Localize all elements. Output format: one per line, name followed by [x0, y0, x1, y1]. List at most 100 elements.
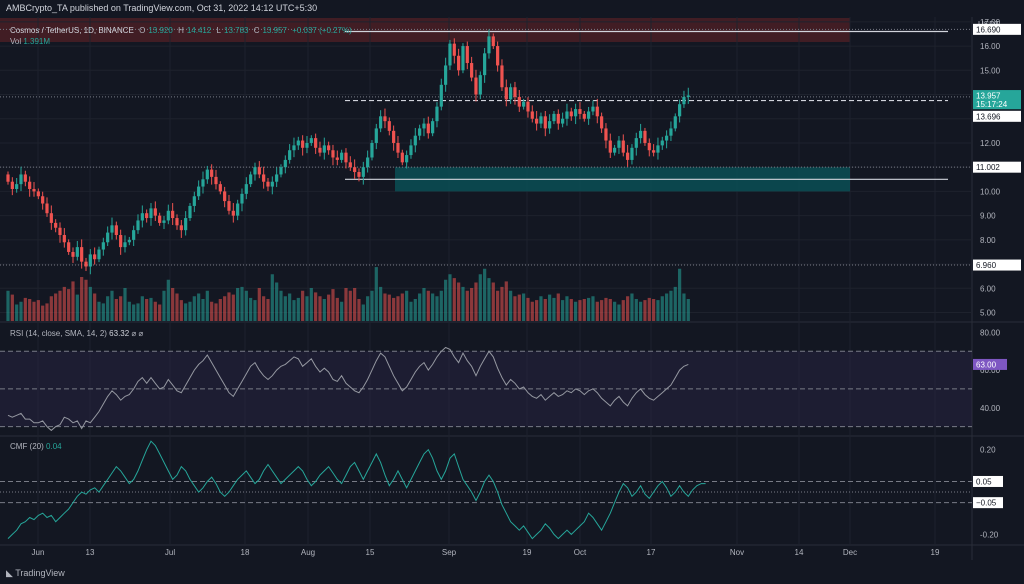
rsi-value: 63.32: [109, 329, 130, 338]
volume-bar: [478, 274, 482, 321]
candle-body: [214, 176, 218, 185]
volume-bar: [106, 296, 110, 321]
candle-body: [283, 159, 287, 168]
candle-body: [166, 210, 170, 221]
candle-body: [387, 121, 391, 131]
candle-body: [58, 227, 62, 236]
volume-bar: [236, 288, 240, 321]
candle-body: [335, 157, 339, 160]
volume-bar: [322, 299, 326, 321]
volume-bar: [257, 288, 261, 321]
candle-body: [483, 53, 487, 76]
volume-bar: [67, 289, 71, 321]
candle-body: [45, 203, 49, 214]
volume-bar: [539, 296, 543, 321]
cmf-legend: CMF (20) 0.04: [10, 442, 62, 451]
rsi-value-label: 63.00: [976, 360, 997, 369]
candle-body: [379, 116, 383, 129]
volume-bar: [335, 297, 339, 321]
volume-bar: [461, 286, 465, 321]
volume-bar: [530, 301, 534, 321]
volume-bar: [569, 299, 573, 321]
volume-bar: [214, 303, 218, 321]
candle-body: [227, 201, 231, 211]
candle-body: [413, 135, 417, 146]
candle-body: [431, 121, 435, 134]
x-tick-label: 15: [366, 548, 375, 557]
candle-body: [665, 135, 669, 141]
volume-value: 1.391M: [23, 37, 51, 46]
candle-body: [457, 55, 461, 71]
volume-bar: [353, 288, 357, 321]
candle-body: [513, 87, 517, 97]
candle-body: [418, 128, 422, 136]
volume-bar: [673, 286, 677, 321]
close-label: C: [253, 26, 260, 35]
candle-body: [548, 121, 552, 129]
volume-bar: [652, 299, 656, 321]
volume-bar: [318, 296, 322, 321]
footer-text: TradingView: [15, 568, 65, 578]
volume-bar: [201, 299, 205, 321]
volume-bar: [140, 296, 144, 321]
volume-bar: [613, 301, 617, 321]
candle-body: [197, 186, 201, 197]
candle-body: [101, 242, 105, 250]
volume-bar: [383, 293, 387, 321]
chart-canvas[interactable]: Jun 13 Jul 18 Aug 15 Sep 19 Oct 17 Nov 14 Dec 19 5.00 6…: [0, 0, 1024, 584]
candle-body: [201, 179, 205, 187]
logo-icon: ◣: [6, 568, 16, 578]
candle-body: [617, 140, 621, 148]
candle-body: [253, 167, 257, 175]
candle-body: [296, 140, 300, 146]
candle-body: [552, 113, 556, 122]
volume-bar: [535, 300, 539, 321]
volume-bar: [470, 288, 474, 321]
volume-bar: [370, 290, 374, 321]
candle-body: [305, 142, 309, 148]
low-label: L: [216, 26, 221, 35]
volume-bar: [548, 294, 552, 321]
price-tick-label: 5.00: [980, 309, 996, 318]
candle-body: [218, 184, 222, 192]
candle-body: [543, 116, 547, 129]
candle-body: [444, 65, 448, 85]
volume-bar: [162, 290, 166, 321]
volume-bar: [595, 301, 599, 321]
volume-bar: [253, 300, 257, 321]
volume-bar: [509, 290, 513, 321]
candle-body: [478, 75, 482, 95]
x-tick-label: Nov: [730, 548, 744, 557]
symbol-name: Cosmos / TetherUS, 1D, BINANCE: [10, 26, 134, 35]
candle-body: [322, 145, 326, 153]
price-label: 11.002: [976, 163, 1000, 172]
candle-body: [587, 111, 591, 119]
price-label: 6.960: [976, 261, 997, 270]
volume-bar: [591, 296, 595, 321]
candle-body: [179, 225, 183, 231]
volume-bar: [452, 278, 456, 321]
volume-bar: [409, 301, 413, 321]
candle-body: [145, 213, 149, 219]
candle-body: [41, 196, 45, 204]
volume-bar: [361, 304, 365, 321]
volume-bar: [647, 297, 651, 321]
candle-body: [292, 145, 296, 151]
volume-bar: [240, 286, 244, 321]
volume-bar: [136, 303, 140, 321]
cmf-value: 0.04: [46, 442, 62, 451]
candle-body: [383, 116, 387, 122]
volume-bar: [23, 297, 27, 321]
candle-body: [93, 254, 97, 260]
tradingview-logo[interactable]: ◣ TradingView: [6, 568, 65, 579]
volume-bar: [500, 286, 504, 321]
candle-body: [556, 113, 560, 124]
volume-bar: [158, 304, 162, 321]
volume-bar: [366, 296, 370, 321]
volume-bar: [669, 290, 673, 321]
candle-body: [158, 215, 162, 223]
candle-body: [634, 138, 638, 148]
cmf-tick-label: -0.20: [980, 530, 999, 539]
cmf-tick-label: 0.20: [980, 446, 996, 455]
volume-bar: [660, 296, 664, 321]
